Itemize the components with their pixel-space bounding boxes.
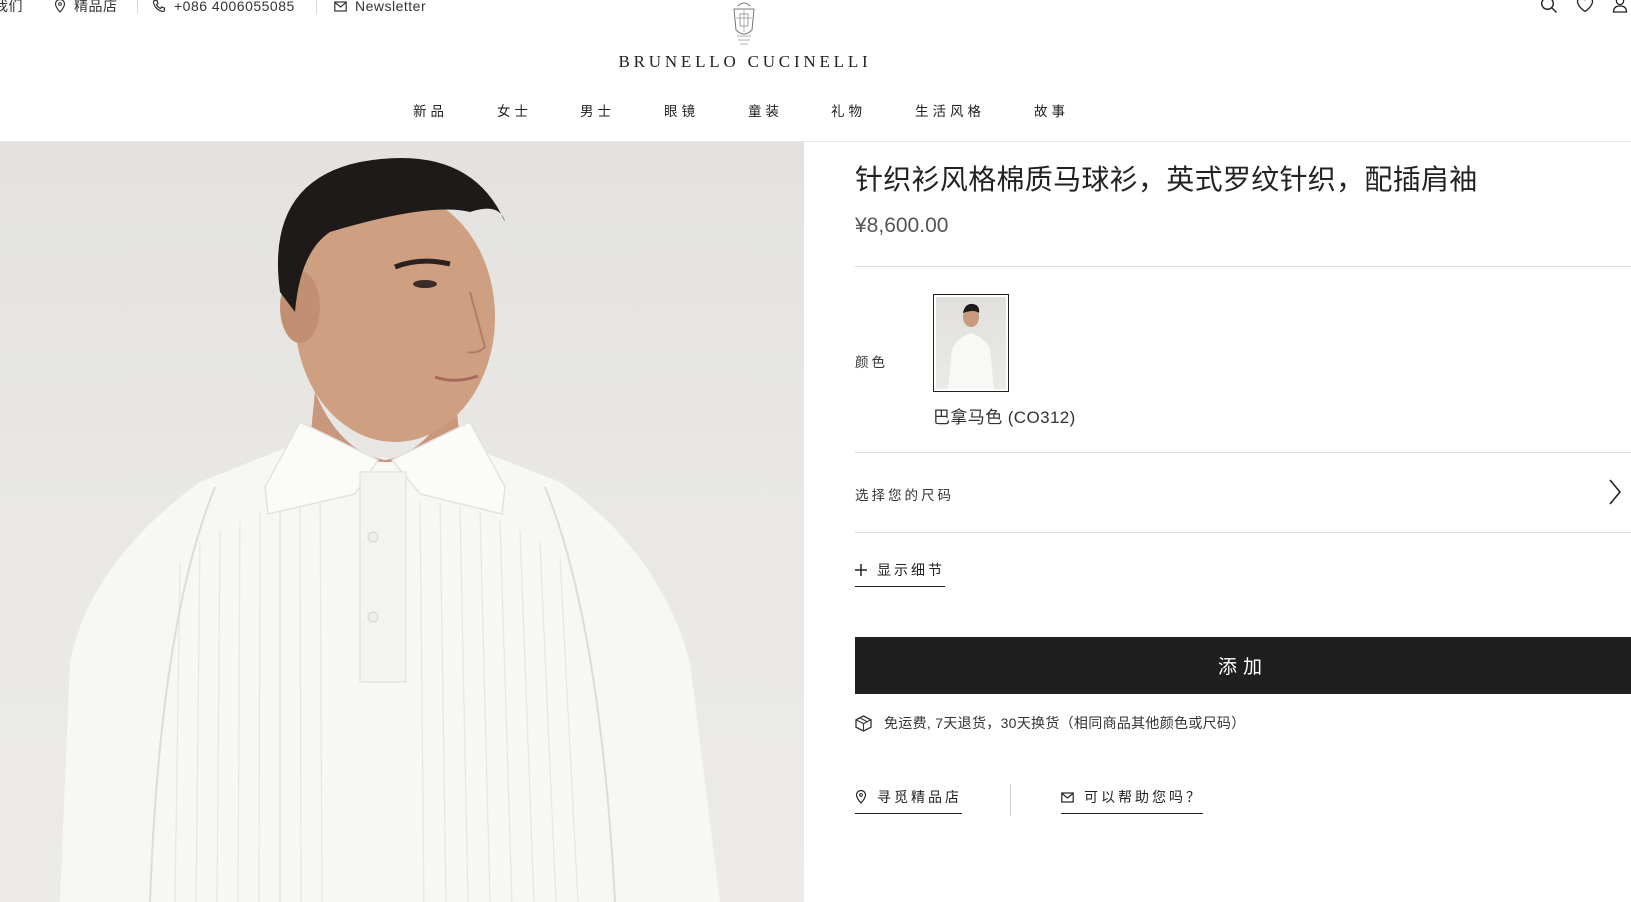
heart-icon[interactable]: [1576, 0, 1594, 13]
phone-icon: [152, 0, 166, 13]
show-details-button[interactable]: 显示细节: [855, 560, 945, 587]
phone-link-label: +086 4006055085: [174, 0, 295, 14]
nav-item-men[interactable]: 男士: [580, 100, 615, 120]
newsletter-link[interactable]: Newsletter: [334, 0, 426, 18]
color-swatch-thumbnail: [936, 297, 1006, 389]
contact-link[interactable]: 我们: [0, 0, 23, 18]
product-price: ¥8,600.00: [855, 214, 949, 237]
brand-logo-text[interactable]: BRUNELLO CUCINELLI: [0, 52, 1490, 72]
user-icon[interactable]: [1612, 0, 1628, 13]
help-label: 可以帮助您吗？: [1084, 789, 1203, 805]
nav-item-gifts[interactable]: 礼物: [831, 100, 866, 120]
nav-item-kids[interactable]: 童装: [748, 100, 783, 120]
size-selector-label: 选择您的尺码: [855, 488, 954, 503]
color-swatch[interactable]: [933, 294, 1009, 392]
chevron-right-icon: [1609, 479, 1622, 505]
mail-icon: [334, 0, 347, 12]
shipping-note-text: 免运费, 7天退货，30天换货（相同商品其他颜色或尺码）: [884, 715, 1246, 731]
nav-item-lifestyle[interactable]: 生活风格: [915, 100, 985, 120]
divider: [316, 0, 317, 14]
divider: [137, 0, 138, 14]
search-icon[interactable]: [1540, 0, 1558, 14]
nav-item-stories[interactable]: 故事: [1034, 100, 1069, 120]
help-link[interactable]: 可以帮助您吗？: [1061, 787, 1203, 814]
swatch-model-thumbnail: [948, 303, 994, 389]
find-store-link[interactable]: 寻觅精品店: [855, 787, 962, 814]
nav-item-new[interactable]: 新品: [413, 100, 448, 120]
find-store-label: 寻觅精品店: [877, 789, 962, 805]
newsletter-link-label: Newsletter: [355, 0, 427, 14]
divider: [855, 532, 1631, 533]
nav-item-eyewear[interactable]: 眼镜: [664, 100, 699, 120]
size-selector[interactable]: 选择您的尺码: [855, 453, 1631, 532]
nav-item-women[interactable]: 女士: [497, 100, 532, 120]
divider: [1010, 784, 1011, 816]
color-label: 颜色: [855, 355, 888, 370]
divider: [855, 266, 1631, 267]
contact-link-label: 我们: [0, 0, 23, 14]
location-pin-icon: [54, 0, 66, 13]
product-title: 针织衫风格棉质马球衫，英式罗纹针织，配插肩袖: [855, 164, 1478, 195]
model-wearing-polo-illustration: [60, 158, 720, 902]
color-name: 巴拿马色 (CO312): [933, 408, 1076, 427]
stores-link-label: 精品店: [74, 0, 118, 14]
product-image[interactable]: [0, 142, 804, 902]
shipping-note: 免运费, 7天退货，30天换货（相同商品其他颜色或尺码）: [855, 713, 1246, 733]
package-icon: [855, 714, 872, 732]
mail-icon: [1061, 791, 1074, 803]
brand-emblem-icon: [733, 2, 755, 45]
show-details-label: 显示细节: [877, 562, 945, 578]
plus-icon: [855, 564, 867, 576]
location-pin-icon: [855, 790, 867, 804]
phone-link[interactable]: +086 4006055085: [152, 0, 295, 18]
stores-link[interactable]: 精品店: [54, 0, 118, 18]
add-to-cart-button[interactable]: 添加: [855, 637, 1631, 694]
